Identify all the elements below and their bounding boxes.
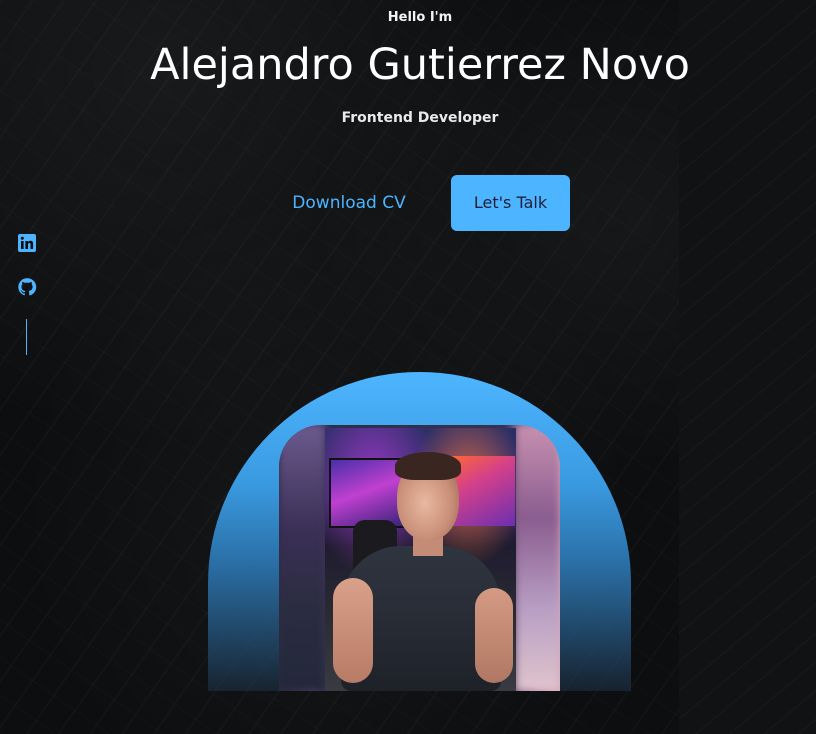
- download-cv-button[interactable]: Download CV: [274, 175, 424, 231]
- lets-talk-button[interactable]: Let's Talk: [451, 175, 570, 231]
- hero-role: Frontend Developer: [341, 110, 499, 126]
- github-icon: [18, 278, 37, 296]
- photo-person-arm-left: [333, 578, 373, 683]
- hero-greeting: Hello I'm: [387, 10, 453, 25]
- hero-name: Alejandro Gutierrez Novo: [150, 40, 690, 90]
- cta-group: Download CV Let's Talk: [0, 175, 816, 231]
- linkedin-icon: [18, 234, 36, 252]
- photo-blur-left: [279, 425, 325, 691]
- github-link[interactable]: [17, 277, 37, 297]
- photo-person-hair: [395, 452, 461, 480]
- linkedin-link[interactable]: [17, 233, 37, 253]
- photo-blur-right: [516, 425, 560, 691]
- social-divider-line: [26, 319, 27, 355]
- social-links: [17, 233, 39, 355]
- photo-person-arm-right: [475, 588, 513, 683]
- profile-photo: [279, 425, 560, 691]
- photo-scene: [325, 428, 516, 691]
